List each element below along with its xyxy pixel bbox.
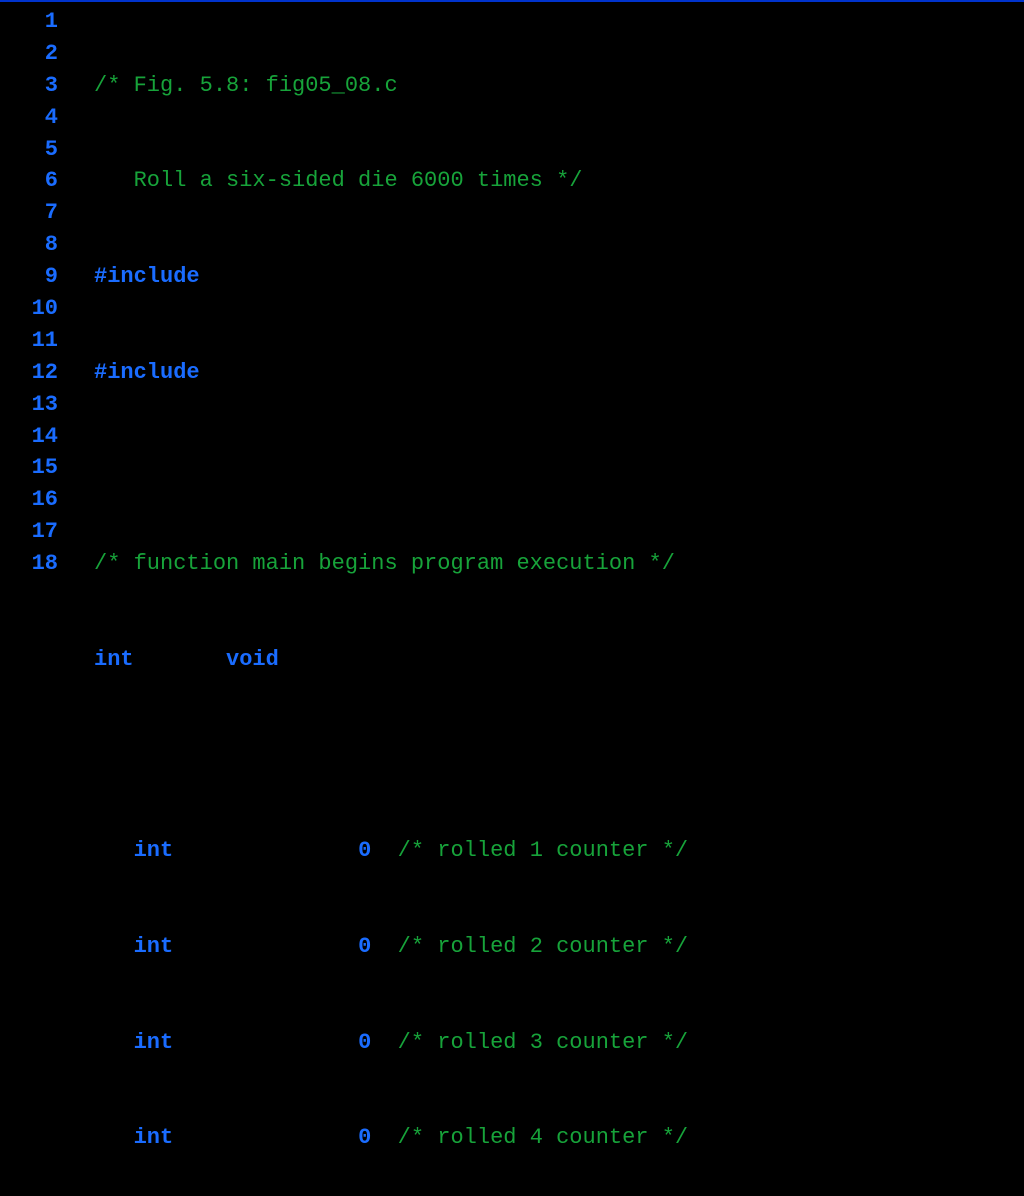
code-line: #include xyxy=(94,357,965,389)
keyword-include: #include xyxy=(94,264,200,289)
code-line: int 0 /* rolled 4 counter */ xyxy=(94,1122,965,1154)
keyword-int: int xyxy=(134,1030,174,1055)
comment: /* rolled 1 counter */ xyxy=(398,838,688,863)
source-code[interactable]: /* Fig. 5.8: fig05_08.c Roll a six-sided… xyxy=(64,6,965,1196)
keyword-int: int xyxy=(134,1125,174,1150)
code-line: Roll a six-sided die 6000 times */ xyxy=(94,165,965,197)
line-number: 6 xyxy=(0,165,64,197)
number-literal: 0 xyxy=(358,1030,371,1055)
number-literal: 0 xyxy=(358,838,371,863)
comment: /* rolled 2 counter */ xyxy=(398,934,688,959)
line-number-gutter: 1 2 3 4 5 6 7 8 9 10 11 12 13 14 15 16 1… xyxy=(0,6,64,1196)
keyword-int: int xyxy=(94,647,134,672)
comment: /* rolled 4 counter */ xyxy=(398,1125,688,1150)
code-line: /* Fig. 5.8: fig05_08.c xyxy=(94,70,965,102)
line-number: 8 xyxy=(0,229,64,261)
line-number: 5 xyxy=(0,134,64,166)
line-number: 18 xyxy=(0,548,64,580)
pad xyxy=(371,934,397,959)
number-literal: 0 xyxy=(358,1125,371,1150)
line-number: 9 xyxy=(0,261,64,293)
pad xyxy=(173,934,358,959)
pad xyxy=(173,1030,358,1055)
code-line-blank xyxy=(94,739,965,771)
line-number: 4 xyxy=(0,102,64,134)
comment: /* rolled 3 counter */ xyxy=(398,1030,688,1055)
pad xyxy=(173,1125,358,1150)
code-editor: 1 2 3 4 5 6 7 8 9 10 11 12 13 14 15 16 1… xyxy=(0,6,1024,1196)
line-number: 16 xyxy=(0,484,64,516)
line-number: 11 xyxy=(0,325,64,357)
top-rule xyxy=(0,0,1024,2)
comment: /* Fig. 5.8: fig05_08.c xyxy=(94,73,398,98)
line-number: 7 xyxy=(0,197,64,229)
comment: /* function main begins program executio… xyxy=(94,551,675,576)
code-line-blank xyxy=(94,452,965,484)
comment: Roll a six-sided die 6000 times */ xyxy=(94,168,582,193)
keyword-void: void xyxy=(226,647,279,672)
line-number: 15 xyxy=(0,452,64,484)
line-number: 12 xyxy=(0,357,64,389)
code-line: #include xyxy=(94,261,965,293)
code-line: int 0 /* rolled 1 counter */ xyxy=(94,835,965,867)
line-number: 10 xyxy=(0,293,64,325)
code-line: /* function main begins program executio… xyxy=(94,548,965,580)
line-number: 1 xyxy=(0,6,64,38)
pad xyxy=(134,647,226,672)
pad xyxy=(173,838,358,863)
pad xyxy=(371,1125,397,1150)
code-line: int void xyxy=(94,644,965,676)
code-line: int 0 /* rolled 2 counter */ xyxy=(94,931,965,963)
keyword-include: #include xyxy=(94,360,200,385)
number-literal: 0 xyxy=(358,934,371,959)
pad xyxy=(371,1030,397,1055)
pad xyxy=(371,838,397,863)
line-number: 14 xyxy=(0,421,64,453)
line-number: 2 xyxy=(0,38,64,70)
keyword-int: int xyxy=(134,838,174,863)
code-line: int 0 /* rolled 3 counter */ xyxy=(94,1027,965,1059)
line-number: 17 xyxy=(0,516,64,548)
line-number: 3 xyxy=(0,70,64,102)
line-number: 13 xyxy=(0,389,64,421)
keyword-int: int xyxy=(134,934,174,959)
